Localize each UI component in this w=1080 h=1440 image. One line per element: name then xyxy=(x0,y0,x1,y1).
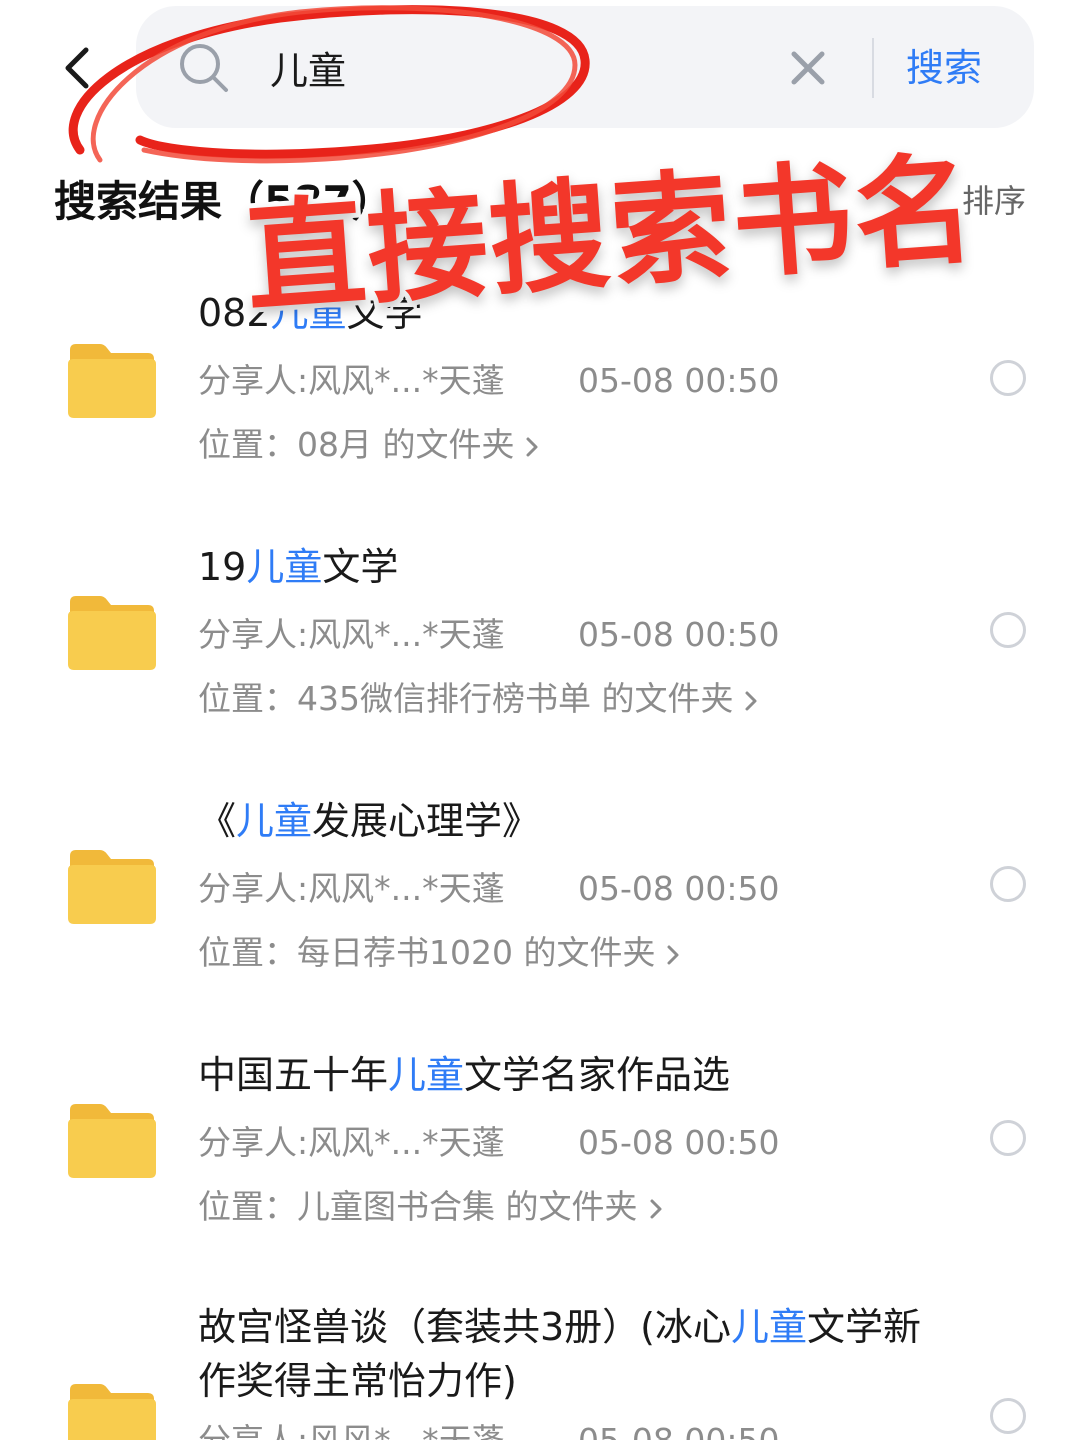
select-radio[interactable] xyxy=(990,612,1026,648)
title-suffix: 文学 xyxy=(322,545,399,589)
chevron-right-icon xyxy=(667,945,679,964)
share-time: 05-08 00:50 xyxy=(578,1418,779,1440)
result-meta: 分享人:风风*...*天蓬 05-08 00:50 xyxy=(198,1120,779,1166)
location-label: 位置：儿童图书合集 的文件夹 xyxy=(198,1187,638,1226)
title-highlight: 儿童 xyxy=(388,1053,465,1097)
title-highlight: 儿童 xyxy=(246,545,323,589)
close-icon xyxy=(791,51,825,85)
search-button[interactable]: 搜索 xyxy=(906,38,982,98)
back-button[interactable] xyxy=(50,40,106,96)
result-item[interactable]: 《儿童发展心理学》 分享人:风风*...*天蓬 05-08 00:50 位置：每日… xyxy=(0,790,1080,1000)
title-prefix: 19 xyxy=(198,545,247,589)
search-icon xyxy=(176,40,232,96)
location-label: 位置：435微信排行榜书单 的文件夹 xyxy=(198,679,734,718)
sharer-label: 分享人:风风*...*天蓬 xyxy=(198,361,505,400)
result-meta: 分享人:风风*...*天蓬05-08 00:50 xyxy=(198,1418,779,1440)
share-time: 05-08 00:50 xyxy=(578,361,780,400)
result-item[interactable]: 19儿童文学 分享人:风风*...*天蓬 05-08 00:50 位置：435微信… xyxy=(0,536,1080,746)
location-link[interactable]: 位置：08月 的文件夹 xyxy=(198,422,544,468)
select-radio[interactable] xyxy=(990,360,1026,396)
location-link[interactable]: 位置：儿童图书合集 的文件夹 xyxy=(198,1184,668,1230)
sharer-label: 分享人:风风*...*天蓬 xyxy=(198,1418,578,1440)
share-time: 05-08 00:50 xyxy=(578,615,780,654)
sharer-label: 分享人:风风*...*天蓬 xyxy=(198,1123,505,1162)
share-time: 05-08 00:50 xyxy=(578,1123,780,1162)
chevron-left-icon xyxy=(65,47,89,89)
sharer-label: 分享人:风风*...*天蓬 xyxy=(198,869,505,908)
title-prefix: 中国五十年 xyxy=(198,1053,389,1097)
select-radio[interactable] xyxy=(990,1398,1026,1434)
result-item[interactable]: 中国五十年儿童文学名家作品选 分享人:风风*...*天蓬 05-08 00:50 … xyxy=(0,1044,1080,1254)
folder-icon xyxy=(68,1104,156,1178)
folder-icon xyxy=(68,344,156,418)
search-input[interactable] xyxy=(270,32,750,102)
chevron-right-icon xyxy=(526,437,538,456)
search-bar: 搜索 xyxy=(0,0,1080,150)
title-prefix: 故宫怪兽谈（套装共3册）(冰心 xyxy=(198,1305,732,1349)
title-highlight: 儿童 xyxy=(236,799,313,843)
share-time: 05-08 00:50 xyxy=(578,869,780,908)
result-meta: 分享人:风风*...*天蓬 05-08 00:50 xyxy=(198,612,779,658)
divider xyxy=(872,38,874,98)
result-title: 故宫怪兽谈（套装共3册）(冰心儿童文学新作奖得主常怡力作) xyxy=(198,1300,938,1408)
title-prefix: 《 xyxy=(198,799,237,843)
title-suffix: 文学名家作品选 xyxy=(464,1053,731,1097)
select-radio[interactable] xyxy=(990,866,1026,902)
location-label: 位置：08月 的文件夹 xyxy=(198,425,515,464)
location-label: 位置：每日荐书1020 的文件夹 xyxy=(198,933,656,972)
clear-button[interactable] xyxy=(788,48,828,88)
title-highlight: 儿童 xyxy=(731,1305,808,1349)
chevron-right-icon xyxy=(650,1199,661,1218)
result-meta: 分享人:风风*...*天蓬 05-08 00:50 xyxy=(198,358,779,404)
sharer-label: 分享人:风风*...*天蓬 xyxy=(198,615,505,654)
folder-icon xyxy=(68,596,156,670)
select-radio[interactable] xyxy=(990,1120,1026,1156)
result-title: 19儿童文学 xyxy=(198,540,958,594)
title-suffix: 发展心理学》 xyxy=(312,799,541,843)
result-title: 《儿童发展心理学》 xyxy=(198,794,958,848)
folder-icon xyxy=(68,850,156,924)
search-field[interactable]: 搜索 xyxy=(136,6,1034,128)
result-item[interactable]: 故宫怪兽谈（套装共3册）(冰心儿童文学新作奖得主常怡力作) 分享人:风风*...… xyxy=(0,1298,1080,1440)
location-link[interactable]: 位置：每日荐书1020 的文件夹 xyxy=(198,930,685,976)
folder-icon xyxy=(68,1384,156,1440)
chevron-right-icon xyxy=(745,691,757,710)
result-title: 中国五十年儿童文学名家作品选 xyxy=(198,1048,958,1102)
location-link[interactable]: 位置：435微信排行榜书单 的文件夹 xyxy=(198,676,763,722)
result-meta: 分享人:风风*...*天蓬 05-08 00:50 xyxy=(198,866,779,912)
